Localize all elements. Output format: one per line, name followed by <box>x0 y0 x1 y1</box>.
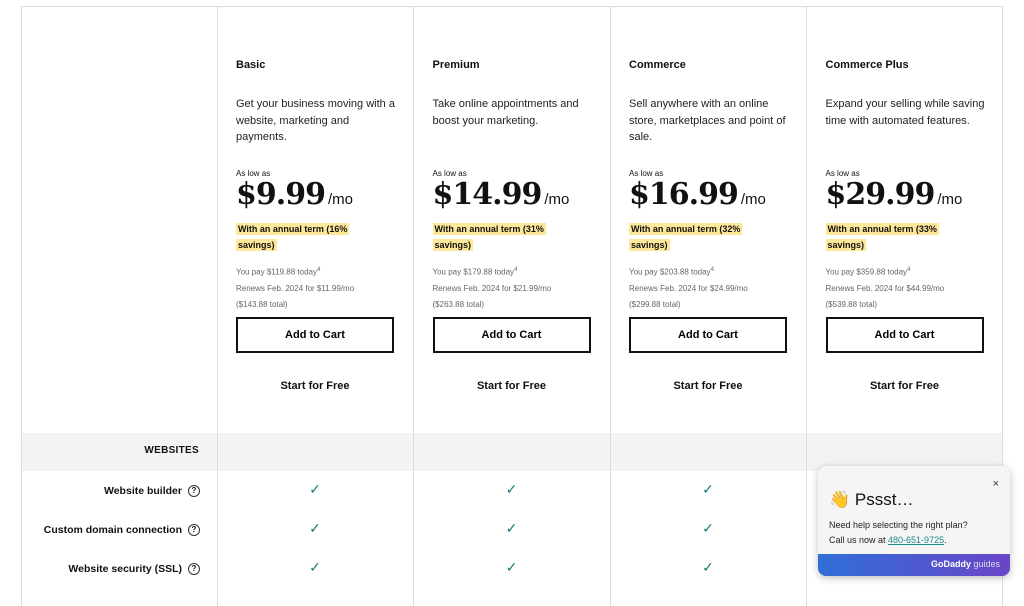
billing-details: You pay $179.88 today4 Renews Feb. 2024 … <box>432 267 552 309</box>
savings-badge: With an annual term (31% savings) <box>432 223 546 251</box>
chat-message: Need help selecting the right plan? Call… <box>829 520 968 545</box>
check-icon: ✓ <box>309 520 321 536</box>
plan-description: Get your business moving with a website,… <box>236 98 395 143</box>
savings-badge: With an annual term (32% savings) <box>629 223 743 251</box>
plan-card: Basic Get your business moving with a we… <box>217 7 413 427</box>
section-header: WEBSITES <box>144 445 199 456</box>
plan-price: $29.99/mo <box>825 177 963 212</box>
check-icon: ✓ <box>702 481 714 497</box>
check-icon: ✓ <box>505 520 518 536</box>
waving-hand-icon: 👋 <box>829 490 851 509</box>
chat-title: 👋 Pssst… <box>829 490 914 509</box>
billing-details: You pay $119.88 today4 Renews Feb. 2024 … <box>236 267 355 309</box>
feature-label: Website security (SSL)? <box>68 549 218 588</box>
phone-link[interactable]: 480-651-9725 <box>888 535 944 545</box>
close-icon[interactable]: × <box>993 478 999 490</box>
check-icon: ✓ <box>505 559 518 575</box>
savings-badge: With an annual term (33% savings) <box>825 223 939 251</box>
check-icon: ✓ <box>505 481 518 497</box>
start-for-free-link[interactable]: Start for Free <box>807 380 1003 392</box>
feature-label: Custom domain connection? <box>44 510 218 549</box>
add-to-cart-button[interactable]: Add to Cart <box>825 317 984 353</box>
help-icon[interactable]: ? <box>188 484 200 497</box>
billing-details: You pay $203.88 today4 Renews Feb. 2024 … <box>629 267 748 309</box>
plan-name: Commerce <box>629 59 686 71</box>
savings-badge: With an annual term (16% savings) <box>236 223 350 251</box>
plan-name: Basic <box>236 59 266 71</box>
help-icon[interactable]: ? <box>188 523 200 536</box>
plan-name: Premium <box>432 59 480 71</box>
start-for-free-link[interactable]: Start for Free <box>217 380 413 392</box>
plan-description: Take online appointments and boost your … <box>432 98 579 127</box>
add-to-cart-button[interactable]: Add to Cart <box>432 317 591 353</box>
plan-price: $16.99/mo <box>629 177 766 212</box>
plan-card: Commerce Sell anywhere with an online st… <box>610 7 806 427</box>
plan-name: Commerce Plus <box>825 59 909 71</box>
plan-card: Premium Take online appointments and boo… <box>414 7 610 427</box>
start-for-free-link[interactable]: Start for Free <box>610 380 806 392</box>
help-chat-popup: × 👋 Pssst… Need help selecting the right… <box>818 466 1010 576</box>
help-icon[interactable]: ? <box>188 562 200 575</box>
billing-details: You pay $359.88 today4 Renews Feb. 2024 … <box>825 267 945 309</box>
check-icon: ✓ <box>309 559 321 575</box>
add-to-cart-button[interactable]: Add to Cart <box>629 317 787 353</box>
feature-label: Website builder? <box>104 471 218 510</box>
plan-card: Commerce Plus Expand your selling while … <box>807 7 1003 427</box>
plan-description: Sell anywhere with an online store, mark… <box>629 98 786 143</box>
godaddy-guides-banner[interactable]: GoDaddy guides <box>818 554 1010 576</box>
start-for-free-link[interactable]: Start for Free <box>414 380 610 392</box>
plan-price: $14.99/mo <box>432 177 570 212</box>
check-icon: ✓ <box>702 559 714 575</box>
check-icon: ✓ <box>309 481 321 497</box>
check-icon: ✓ <box>702 520 714 536</box>
plan-description: Expand your selling while saving time wi… <box>825 98 985 127</box>
plan-price: $9.99/mo <box>236 177 353 212</box>
add-to-cart-button[interactable]: Add to Cart <box>236 317 394 353</box>
